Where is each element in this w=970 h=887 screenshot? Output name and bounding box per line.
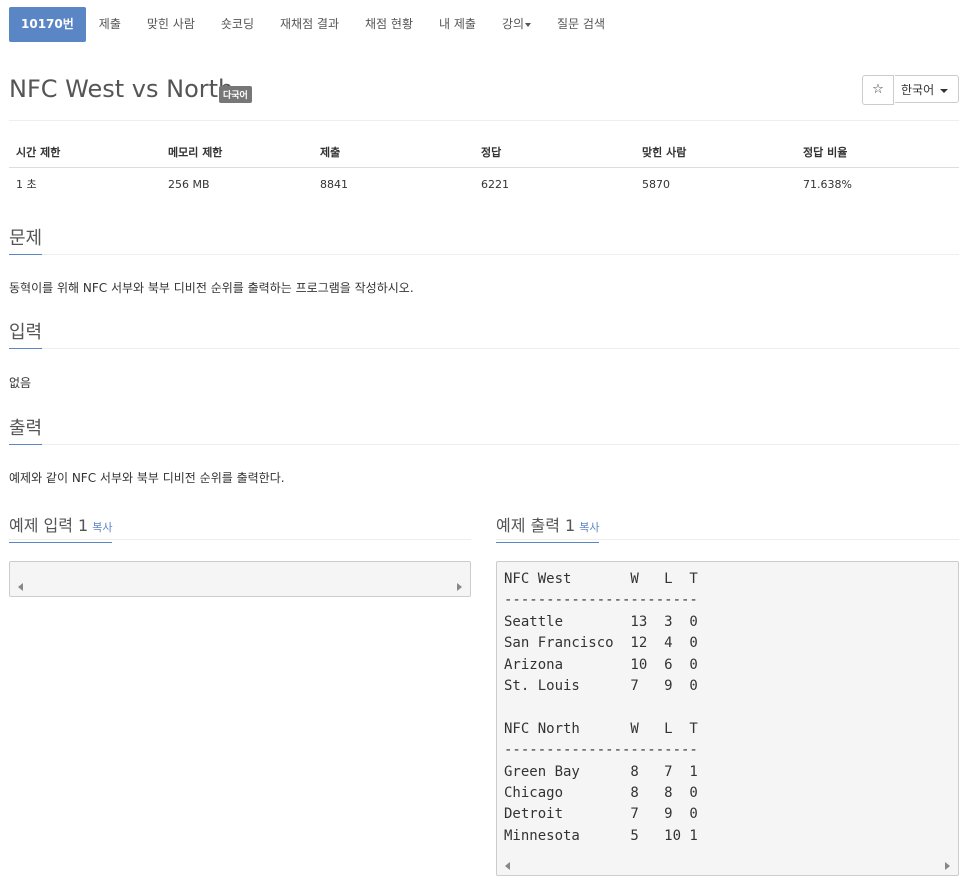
scroll-left-icon[interactable] (18, 583, 23, 591)
problem-nav: 10170번 제출 맞힌 사람 숏코딩 재채점 결과 채점 현황 내 제출 강의… (9, 7, 618, 42)
nav-solved-users[interactable]: 맞힌 사람 (134, 7, 208, 42)
stats-header: 맞힌 사람 (635, 141, 796, 168)
stats-solved-users: 5870 (642, 177, 670, 191)
output-description: 예제와 같이 NFC 서부와 북부 디비전 순위를 출력한다. (9, 471, 285, 485)
problem-section: 문제 (9, 224, 959, 255)
divider (9, 254, 959, 255)
star-button[interactable]: ☆ (862, 75, 894, 105)
nav-short-coding[interactable]: 숏코딩 (208, 7, 267, 42)
stats-accept-ratio: 71.638% (803, 177, 852, 191)
copy-sample-output-button[interactable]: 복사 (579, 521, 599, 534)
page-title: NFC West vs North (9, 75, 234, 103)
divider (9, 444, 959, 445)
sample-input-box (9, 561, 471, 597)
divider (496, 539, 959, 540)
star-icon: ☆ (872, 82, 884, 97)
problem-heading: 문제 (9, 224, 43, 255)
problem-stats-table: 시간 제한 메모리 제한 제출 정답 맞힌 사람 정답 비율 1 초 256 M… (9, 141, 959, 200)
nav-submit[interactable]: 제출 (86, 7, 134, 42)
stats-row: 1 초 256 MB 8841 6221 5870 71.638% (9, 168, 959, 201)
nav-question-search[interactable]: 질문 검색 (544, 7, 618, 42)
sample-input-text (10, 562, 470, 569)
nav-lectures-dropdown[interactable]: 강의 (489, 7, 544, 42)
divider (9, 539, 471, 540)
sample-output-box: NFC West W L T ----------------------- S… (496, 561, 959, 876)
stats-header-row: 시간 제한 메모리 제한 제출 정답 맞힌 사람 정답 비율 (9, 141, 959, 168)
chevron-down-icon (525, 22, 532, 27)
language-select[interactable]: 한국어 (895, 75, 959, 103)
horizontal-scrollbar[interactable] (497, 856, 958, 875)
input-description: 없음 (9, 376, 32, 390)
nav-problem-number[interactable]: 10170번 (9, 7, 86, 42)
stats-header: 정답 (474, 141, 635, 168)
nav-lectures-label: 강의 (501, 17, 525, 31)
copy-sample-input-button[interactable]: 복사 (92, 521, 112, 534)
stats-submissions: 8841 (320, 177, 348, 191)
divider (9, 348, 959, 349)
stats-header: 정답 비율 (796, 141, 959, 168)
horizontal-scrollbar[interactable] (10, 577, 470, 596)
sample-output-title: 예제 출력 1 (496, 516, 576, 535)
input-heading: 입력 (9, 318, 43, 349)
title-row: NFC West vs North 다국어 ☆ 한국어 (9, 72, 959, 110)
problem-description: 동혁이를 위해 NFC 서부와 북부 디비전 순위를 출력하는 프로그램을 작성… (9, 281, 414, 295)
scroll-right-icon[interactable] (457, 583, 462, 591)
nav-my-submissions[interactable]: 내 제출 (426, 7, 489, 42)
stats-header: 메모리 제한 (161, 141, 313, 168)
input-section: 입력 (9, 318, 959, 349)
nav-rejudge-results[interactable]: 재채점 결과 (267, 7, 352, 42)
output-section: 출력 (9, 414, 959, 445)
divider (9, 120, 959, 121)
stats-memory-limit: 256 MB (168, 177, 210, 191)
stats-accepted: 6221 (481, 177, 509, 191)
sample-input-title: 예제 입력 1 (9, 516, 89, 535)
sample-output-text: NFC West W L T ----------------------- S… (504, 571, 698, 844)
stats-header: 시간 제한 (9, 141, 161, 168)
stats-header: 제출 (313, 141, 474, 168)
scroll-left-icon[interactable] (505, 862, 510, 870)
output-heading: 출력 (9, 414, 43, 445)
multilingual-badge: 다국어 (219, 86, 252, 103)
scroll-right-icon[interactable] (945, 862, 950, 870)
stats-time-limit: 1 초 (16, 178, 37, 191)
language-label: 한국어 (901, 83, 935, 97)
chevron-down-icon (940, 88, 949, 93)
nav-judge-status[interactable]: 채점 현황 (352, 7, 426, 42)
